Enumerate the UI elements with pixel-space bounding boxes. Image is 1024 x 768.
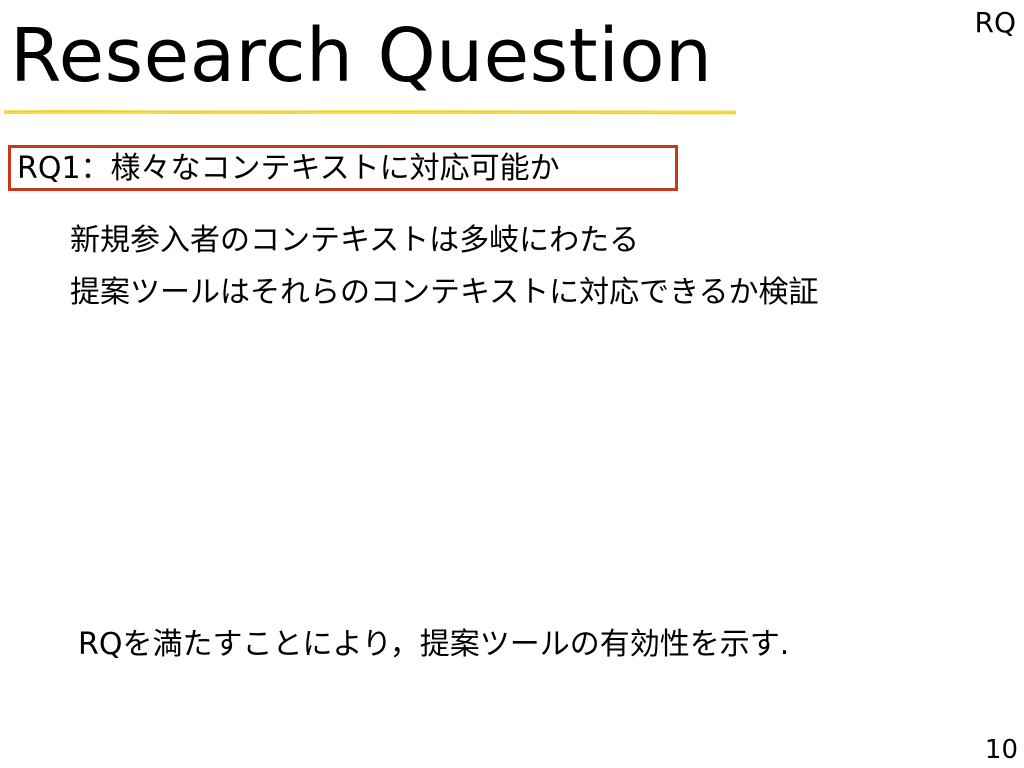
detail-item: 新規参入者のコンテキストは多岐にわたる bbox=[70, 223, 640, 258]
detail-item: 提案ツールはそれらのコンテキストに対応できるか検証 bbox=[70, 275, 819, 310]
page-number: 10 bbox=[984, 735, 1018, 765]
rq1-label: RQ1：様々なコンテキストに対応可能か bbox=[17, 151, 560, 186]
slide-title: Research Question bbox=[10, 13, 713, 99]
rq1-box: RQ1：様々なコンテキストに対応可能か bbox=[8, 145, 678, 191]
title-underline bbox=[4, 109, 736, 115]
rq1-details: 新規参入者のコンテキストは多岐にわたる 提案ツールはそれらのコンテキストに対応で… bbox=[70, 215, 819, 319]
section-tag: RQ bbox=[974, 6, 1017, 39]
conclusion-text: RQを満たすことにより，提案ツールの有効性を示す. bbox=[78, 627, 790, 662]
